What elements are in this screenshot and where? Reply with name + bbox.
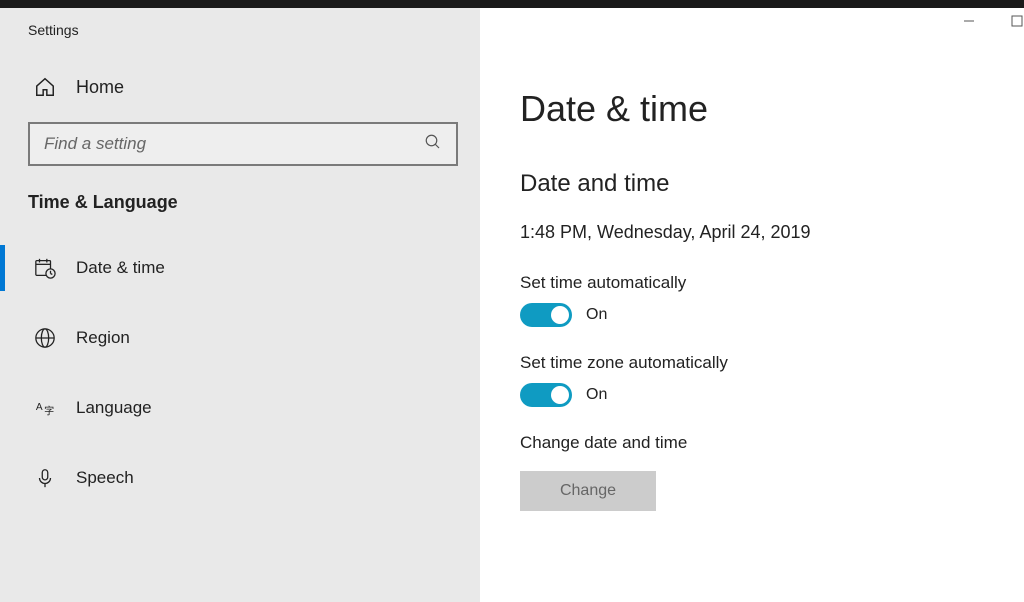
auto-tz-state: On (586, 386, 607, 404)
sidebar-item-language[interactable]: A 字 Language (0, 373, 480, 443)
change-button[interactable]: Change (520, 471, 656, 511)
search-icon (424, 133, 442, 156)
calendar-clock-icon (34, 257, 56, 279)
auto-time-label: Set time automatically (520, 273, 984, 293)
sidebar-item-label: Region (76, 328, 130, 348)
minimize-button[interactable] (962, 14, 976, 28)
subsection-title: Date and time (520, 170, 984, 198)
section-header: Time & Language (0, 192, 480, 233)
sidebar: Settings Home (0, 8, 480, 602)
sidebar-item-label: Speech (76, 468, 134, 488)
current-datetime: 1:48 PM, Wednesday, April 24, 2019 (520, 222, 984, 243)
auto-time-state: On (586, 306, 607, 324)
window-title: Settings (28, 22, 79, 38)
change-datetime-label: Change date and time (520, 433, 984, 453)
microphone-icon (34, 467, 56, 489)
language-icon: A 字 (34, 397, 56, 419)
search-box[interactable] (28, 122, 458, 166)
sidebar-item-label: Language (76, 398, 152, 418)
sidebar-item-date-time[interactable]: Date & time (0, 233, 480, 303)
home-icon (34, 76, 56, 98)
svg-text:A: A (36, 402, 43, 413)
sidebar-item-region[interactable]: Region (0, 303, 480, 373)
auto-tz-label: Set time zone automatically (520, 353, 984, 373)
svg-text:字: 字 (44, 404, 54, 417)
auto-tz-toggle[interactable] (520, 383, 572, 407)
sidebar-item-label: Date & time (76, 258, 165, 278)
sidebar-item-speech[interactable]: Speech (0, 443, 480, 513)
maximize-button[interactable] (1010, 14, 1024, 28)
main-panel: Date & time Date and time 1:48 PM, Wedne… (480, 8, 1024, 602)
auto-time-toggle[interactable] (520, 303, 572, 327)
page-title: Date & time (520, 88, 984, 130)
home-nav[interactable]: Home (0, 46, 480, 122)
globe-icon (34, 327, 56, 349)
home-label: Home (76, 77, 124, 98)
search-input[interactable] (44, 134, 424, 154)
